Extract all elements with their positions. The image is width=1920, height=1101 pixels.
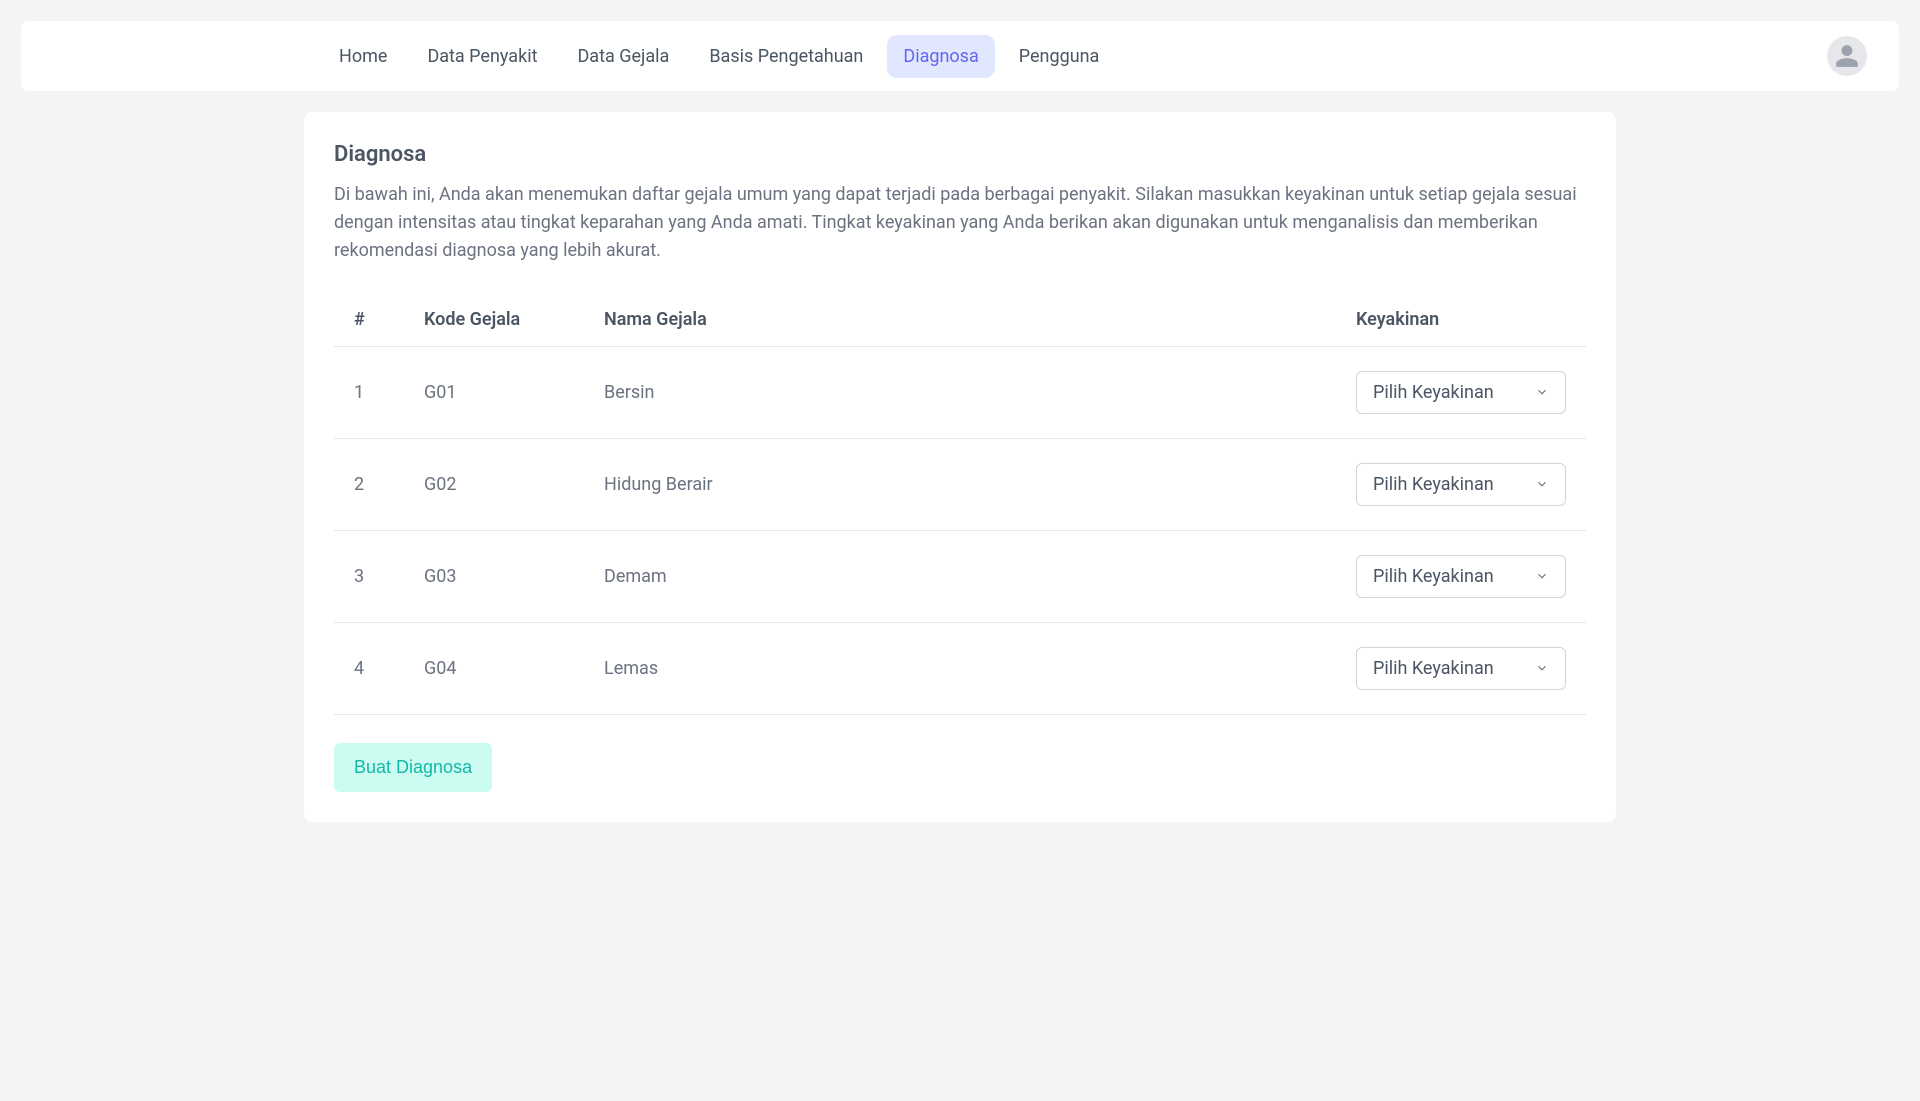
cell-keyakinan: Pilih Keyakinan [1336, 346, 1586, 438]
cell-nama: Hidung Berair [584, 438, 1336, 530]
nav-data-gejala[interactable]: Data Gejala [561, 35, 685, 78]
cell-index: 2 [334, 438, 404, 530]
keyakinan-select[interactable]: Pilih Keyakinan [1356, 371, 1566, 414]
th-nama: Nama Gejala [584, 293, 1336, 347]
nav-home[interactable]: Home [323, 35, 403, 78]
cell-nama: Lemas [584, 622, 1336, 714]
table-row: 2G02Hidung Berair Pilih Keyakinan [334, 438, 1586, 530]
buat-diagnosa-button[interactable]: Buat Diagnosa [334, 743, 492, 792]
cell-keyakinan: Pilih Keyakinan [1336, 530, 1586, 622]
th-keyakinan: Keyakinan [1336, 293, 1586, 347]
topbar: Home Data Penyakit Data Gejala Basis Pen… [21, 21, 1899, 91]
cell-index: 1 [334, 346, 404, 438]
page-title: Diagnosa [334, 142, 1586, 167]
nav-basis-pengetahuan[interactable]: Basis Pengetahuan [693, 35, 879, 78]
diagnosa-card: Diagnosa Di bawah ini, Anda akan menemuk… [304, 112, 1616, 822]
cell-nama: Bersin [584, 346, 1336, 438]
nav-diagnosa[interactable]: Diagnosa [887, 35, 994, 78]
chevron-down-icon [1535, 661, 1549, 675]
cell-kode: G02 [404, 438, 584, 530]
select-label: Pilih Keyakinan [1373, 382, 1494, 403]
chevron-down-icon [1535, 385, 1549, 399]
cell-kode: G04 [404, 622, 584, 714]
nav-pengguna[interactable]: Pengguna [1003, 35, 1116, 78]
table-row: 4G04Lemas Pilih Keyakinan [334, 622, 1586, 714]
cell-keyakinan: Pilih Keyakinan [1336, 438, 1586, 530]
main-nav: Home Data Penyakit Data Gejala Basis Pen… [323, 35, 1115, 78]
cell-kode: G03 [404, 530, 584, 622]
nav-data-penyakit[interactable]: Data Penyakit [411, 35, 553, 78]
table-row: 3G03Demam Pilih Keyakinan [334, 530, 1586, 622]
user-icon [1834, 43, 1860, 69]
avatar[interactable] [1827, 36, 1867, 76]
select-label: Pilih Keyakinan [1373, 474, 1494, 495]
cell-nama: Demam [584, 530, 1336, 622]
cell-kode: G01 [404, 346, 584, 438]
keyakinan-select[interactable]: Pilih Keyakinan [1356, 647, 1566, 690]
th-index: # [334, 293, 404, 347]
cell-keyakinan: Pilih Keyakinan [1336, 622, 1586, 714]
chevron-down-icon [1535, 569, 1549, 583]
cell-index: 3 [334, 530, 404, 622]
keyakinan-select[interactable]: Pilih Keyakinan [1356, 463, 1566, 506]
th-kode: Kode Gejala [404, 293, 584, 347]
table-row: 1G01Bersin Pilih Keyakinan [334, 346, 1586, 438]
gejala-table: # Kode Gejala Nama Gejala Keyakinan 1G01… [334, 293, 1586, 715]
chevron-down-icon [1535, 477, 1549, 491]
keyakinan-select[interactable]: Pilih Keyakinan [1356, 555, 1566, 598]
page-description: Di bawah ini, Anda akan menemukan daftar… [334, 181, 1586, 265]
cell-index: 4 [334, 622, 404, 714]
select-label: Pilih Keyakinan [1373, 566, 1494, 587]
select-label: Pilih Keyakinan [1373, 658, 1494, 679]
